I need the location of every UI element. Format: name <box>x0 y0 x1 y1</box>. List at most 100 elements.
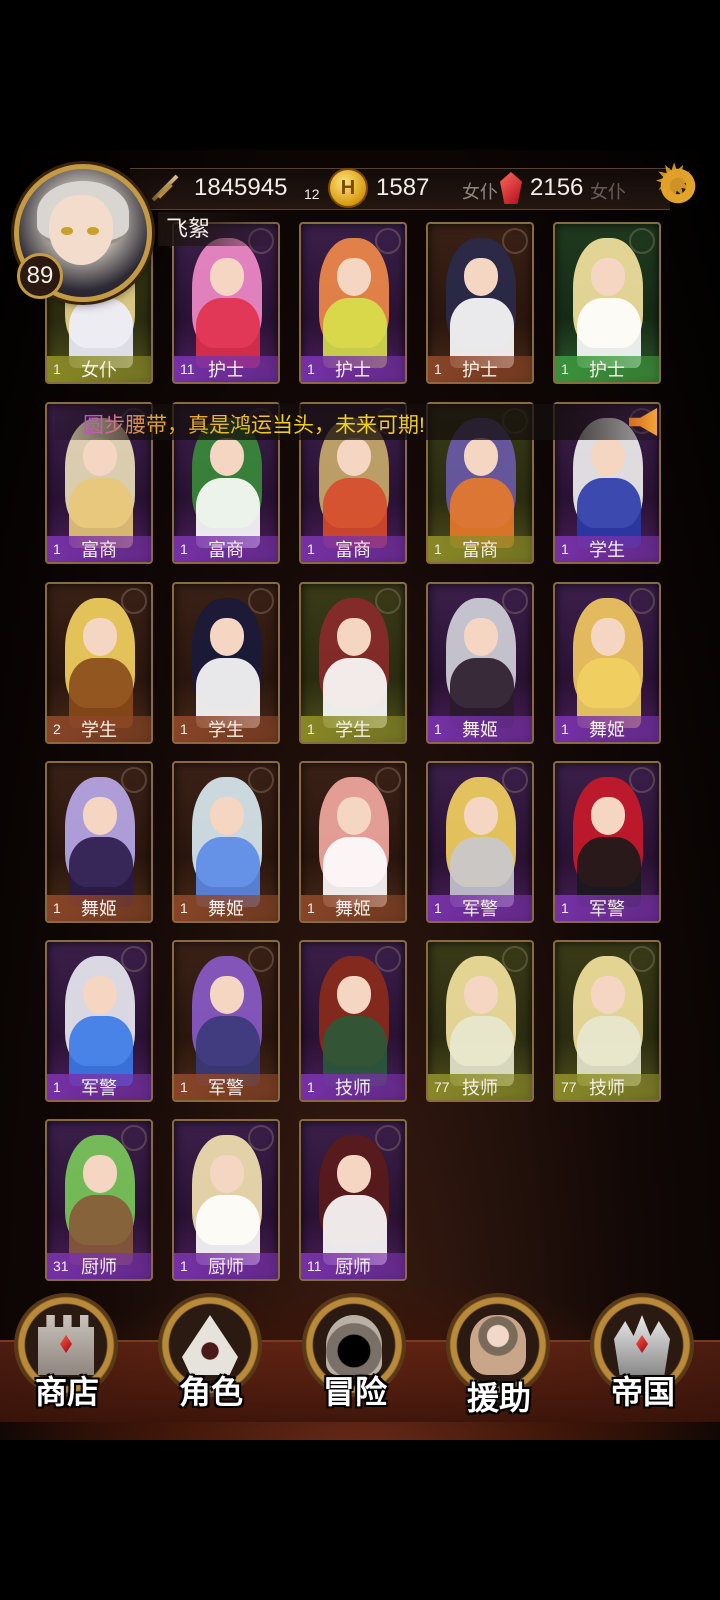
card-job-label: 护士 <box>208 360 244 380</box>
card-count-partial: 12 <box>304 186 320 202</box>
nav-empire-button[interactable]: 帝国 <box>588 1293 698 1433</box>
card-count: 1 <box>53 1079 61 1095</box>
gem-value: 2156 <box>530 174 584 201</box>
card-count: 1 <box>180 1079 188 1095</box>
card-footer: 1 军警 <box>555 895 659 921</box>
character-card[interactable]: 1 舞姬 <box>553 582 661 744</box>
card-footer: 1 学生 <box>174 716 278 742</box>
chain-icon <box>629 767 655 793</box>
card-count: 77 <box>434 1079 450 1095</box>
card-count: 1 <box>434 721 442 737</box>
character-card[interactable]: 1 学生 <box>172 582 280 744</box>
character-card[interactable]: 1 舞姬 <box>426 582 534 744</box>
card-job-label: 学生 <box>589 540 625 560</box>
ghost-label-maid-2: 女仆 <box>590 182 626 202</box>
card-count: 1 <box>180 1258 188 1274</box>
character-card[interactable]: 11 护士 <box>172 222 280 384</box>
character-card[interactable]: 1 军警 <box>426 761 534 923</box>
chain-icon <box>375 1125 401 1151</box>
character-card[interactable]: 1 学生 <box>299 582 407 744</box>
chain-icon <box>121 767 147 793</box>
gem-stat[interactable]: 2156 <box>500 168 583 208</box>
castle-icon <box>38 1315 94 1375</box>
megaphone-icon[interactable] <box>629 408 657 436</box>
announcement-text: 圆步腰带，真是鸿运当头，未来可期! <box>83 409 425 439</box>
card-count: 1 <box>180 541 188 557</box>
card-footer: 1 军警 <box>174 1074 278 1100</box>
card-count: 1 <box>307 900 315 916</box>
card-count: 2 <box>53 721 61 737</box>
chain-icon <box>248 946 274 972</box>
character-card[interactable]: 1 军警 <box>172 940 280 1102</box>
card-job-label: 女仆 <box>81 360 117 380</box>
card-job-label: 军警 <box>462 899 498 919</box>
character-card[interactable]: 1 舞姬 <box>299 761 407 923</box>
character-card[interactable]: 1 护士 <box>299 222 407 384</box>
character-card[interactable]: 1 护士 <box>553 222 661 384</box>
card-footer: 1 军警 <box>47 1074 151 1100</box>
nav-adventure-button[interactable]: 冒险 <box>300 1293 410 1433</box>
card-job-label: 舞姬 <box>462 720 498 740</box>
chain-icon <box>629 946 655 972</box>
gold-coin-icon: H <box>328 168 368 208</box>
gold-stat[interactable]: H 1587 <box>328 168 429 208</box>
power-stat: 1845945 <box>148 168 287 208</box>
game-screen: 1 女仆 11 护士 1 护士 1 护士 1 护士 1 富商 1 富商 1 富商 1 富商 1 学生 2 学生 1 学生 1 学生… <box>0 150 720 1440</box>
character-card[interactable]: 77 技师 <box>426 940 534 1102</box>
card-footer: 1 女仆 <box>47 356 151 382</box>
card-footer: 1 学生 <box>555 536 659 562</box>
card-count: 1 <box>434 361 442 377</box>
card-footer: 1 技师 <box>301 1074 405 1100</box>
card-footer: 1 护士 <box>555 356 659 382</box>
character-card[interactable]: 1 技师 <box>299 940 407 1102</box>
character-card[interactable]: 77 技师 <box>553 940 661 1102</box>
card-footer: 1 富商 <box>174 536 278 562</box>
card-footer: 31 厨师 <box>47 1253 151 1279</box>
card-count: 1 <box>434 541 442 557</box>
card-footer: 1 富商 <box>47 536 151 562</box>
character-card[interactable]: 31 厨师 <box>45 1119 153 1281</box>
card-job-label: 舞姬 <box>208 899 244 919</box>
character-card[interactable]: 1 厨师 <box>172 1119 280 1281</box>
sword-icon <box>148 171 182 205</box>
character-card[interactable]: 1 军警 <box>553 761 661 923</box>
nav-shop-button[interactable]: 商店 <box>12 1293 122 1433</box>
power-value: 1845945 <box>194 174 288 201</box>
card-count: 1 <box>434 900 442 916</box>
card-job-label: 护士 <box>462 360 498 380</box>
card-footer: 1 舞姬 <box>301 895 405 921</box>
nav-assist-button[interactable]: 援助 <box>444 1293 554 1433</box>
card-job-label: 舞姬 <box>81 899 117 919</box>
character-card[interactable]: 1 舞姬 <box>172 761 280 923</box>
settings-gear-icon[interactable] <box>654 154 698 210</box>
character-card[interactable]: 2 学生 <box>45 582 153 744</box>
card-job-label: 技师 <box>462 1078 498 1098</box>
chain-icon <box>248 767 274 793</box>
card-count: 1 <box>307 1079 315 1095</box>
chain-icon <box>629 228 655 254</box>
nav-character-button[interactable]: 角色 <box>156 1293 266 1433</box>
card-count: 1 <box>307 361 315 377</box>
card-footer: 77 技师 <box>428 1074 532 1100</box>
card-count: 1 <box>180 900 188 916</box>
chain-icon <box>375 946 401 972</box>
card-job-label: 厨师 <box>208 1257 244 1277</box>
character-card[interactable]: 1 舞姬 <box>45 761 153 923</box>
character-card[interactable]: 1 军警 <box>45 940 153 1102</box>
nav-shop-label: 商店 <box>34 1373 99 1411</box>
character-card[interactable]: 11 厨师 <box>299 1119 407 1281</box>
card-job-label: 技师 <box>589 1078 625 1098</box>
card-footer: 1 舞姬 <box>428 716 532 742</box>
character-card[interactable]: 1 护士 <box>426 222 534 384</box>
card-job-label: 舞姬 <box>335 899 371 919</box>
girl-icon <box>470 1315 526 1375</box>
card-job-label: 富商 <box>208 540 244 560</box>
card-footer: 1 舞姬 <box>47 895 151 921</box>
chain-icon <box>121 588 147 614</box>
chain-icon <box>121 1125 147 1151</box>
nav-character-label: 角色 <box>178 1373 243 1411</box>
card-footer: 1 富商 <box>301 536 405 562</box>
card-job-label: 军警 <box>589 899 625 919</box>
card-job-label: 护士 <box>335 360 371 380</box>
card-job-label: 富商 <box>81 540 117 560</box>
